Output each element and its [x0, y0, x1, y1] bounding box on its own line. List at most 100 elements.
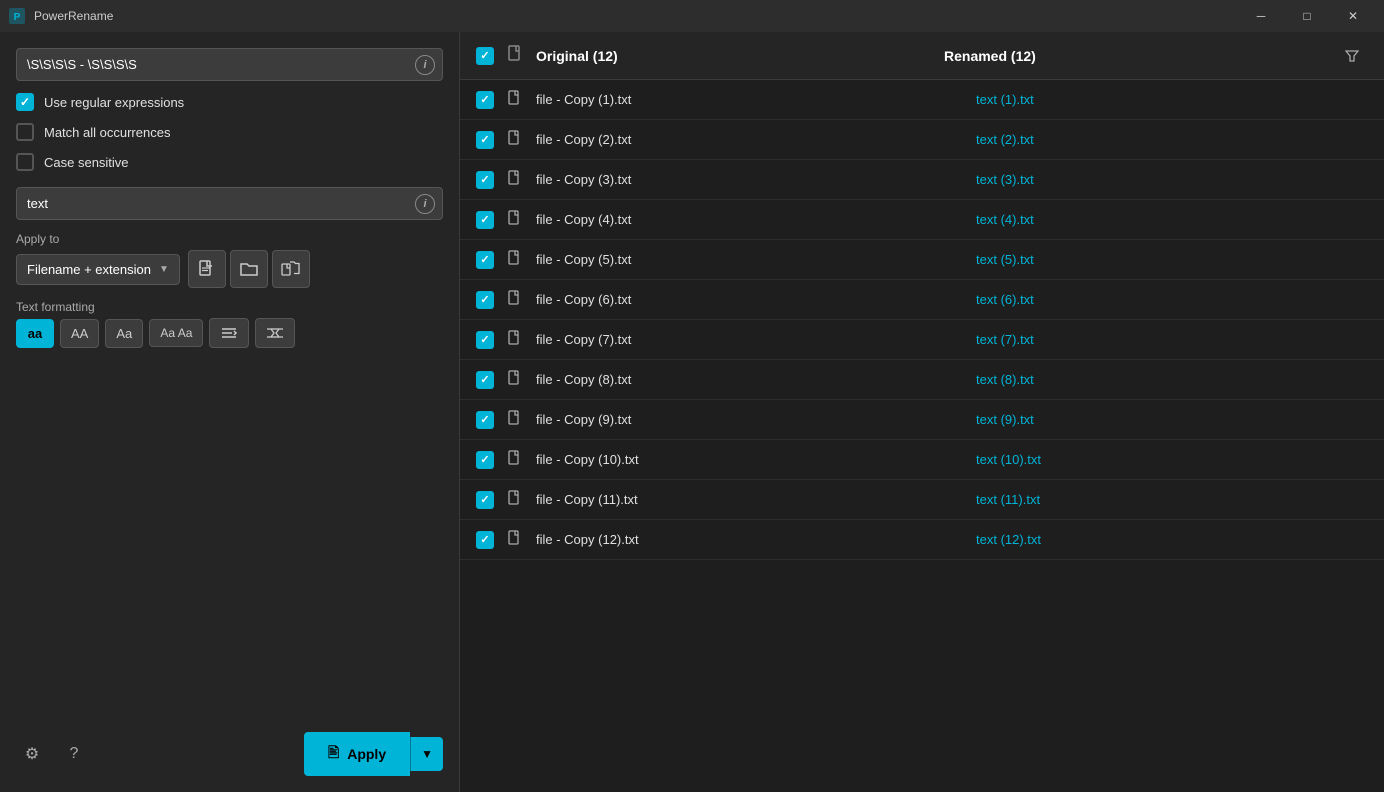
- row-renamed-12: text (12).txt: [968, 532, 1368, 547]
- titlecase-button[interactable]: Aa: [105, 319, 143, 348]
- help-button[interactable]: ?: [58, 738, 90, 770]
- row-original-3: file - Copy (3).txt: [536, 172, 968, 187]
- row-checkbox-cell: [476, 371, 508, 389]
- match-all-label: Match all occurrences: [44, 125, 170, 140]
- row-checkbox-12[interactable]: [476, 531, 494, 549]
- match-all-row[interactable]: Match all occurrences: [16, 123, 443, 141]
- row-file-icon-3: [508, 170, 536, 189]
- row-checkbox-cell: [476, 491, 508, 509]
- use-regex-checkbox[interactable]: [16, 93, 34, 111]
- row-file-icon-9: [508, 410, 536, 429]
- row-original-11: file - Copy (11).txt: [536, 492, 968, 507]
- dropdown-arrow-icon: ▼: [159, 264, 169, 275]
- maximize-button[interactable]: □: [1284, 0, 1330, 32]
- replace-info-button[interactable]: i: [415, 194, 435, 214]
- row-checkbox-4[interactable]: [476, 211, 494, 229]
- row-checkbox-2[interactable]: [476, 131, 494, 149]
- row-checkbox-cell: [476, 211, 508, 229]
- row-renamed-8: text (8).txt: [968, 372, 1368, 387]
- row-checkbox-7[interactable]: [476, 331, 494, 349]
- settings-button[interactable]: ⚙: [16, 738, 48, 770]
- table-row: file - Copy (3).txt text (3).txt: [460, 160, 1384, 200]
- apply-to-dropdown[interactable]: Filename + extension ▼: [16, 254, 180, 285]
- search-row: i: [16, 48, 443, 81]
- search-info-button[interactable]: i: [415, 55, 435, 75]
- row-checkbox-9[interactable]: [476, 411, 494, 429]
- text-formatting-label: Text formatting: [16, 300, 443, 314]
- row-file-icon-6: [508, 290, 536, 309]
- trim-button[interactable]: [209, 318, 249, 348]
- folder-only-button[interactable]: [230, 250, 268, 288]
- search-input[interactable]: [16, 48, 443, 81]
- table-row: file - Copy (11).txt text (11).txt: [460, 480, 1384, 520]
- file-and-folder-button[interactable]: [272, 250, 310, 288]
- row-renamed-2: text (2).txt: [968, 132, 1368, 147]
- row-renamed-4: text (4).txt: [968, 212, 1368, 227]
- row-file-icon-4: [508, 210, 536, 229]
- apply-button[interactable]: 🖹 Apply: [304, 732, 410, 776]
- use-regex-label: Use regular expressions: [44, 95, 184, 110]
- apply-dropdown-button[interactable]: ▼: [410, 737, 443, 771]
- row-renamed-1: text (1).txt: [968, 92, 1368, 107]
- mixedcase-button[interactable]: Aa Aa: [149, 319, 203, 347]
- main-layout: i Use regular expressions Match all occu…: [0, 32, 1384, 792]
- apply-to-value: Filename + extension: [27, 262, 151, 277]
- text-formatting-section: Text formatting aa AA Aa Aa Aa: [16, 300, 443, 348]
- table-row: file - Copy (12).txt text (12).txt: [460, 520, 1384, 560]
- replace-row: i: [16, 187, 443, 220]
- case-sensitive-label: Case sensitive: [44, 155, 129, 170]
- bottom-left-icons: ⚙ ?: [16, 738, 90, 770]
- row-original-12: file - Copy (12).txt: [536, 532, 968, 547]
- close-button[interactable]: ✕: [1330, 0, 1376, 32]
- row-renamed-6: text (6).txt: [968, 292, 1368, 307]
- row-file-icon-10: [508, 450, 536, 469]
- row-file-icon-5: [508, 250, 536, 269]
- row-original-8: file - Copy (8).txt: [536, 372, 968, 387]
- uppercase-button[interactable]: AA: [60, 319, 99, 348]
- search-input-wrap: i: [16, 48, 443, 81]
- table-row: file - Copy (5).txt text (5).txt: [460, 240, 1384, 280]
- replace-input[interactable]: [16, 187, 443, 220]
- apply-to-row: Filename + extension ▼: [16, 250, 443, 288]
- row-checkbox-cell: [476, 331, 508, 349]
- row-checkbox-cell: [476, 291, 508, 309]
- filter-button[interactable]: [1336, 49, 1368, 63]
- left-panel: i Use regular expressions Match all occu…: [0, 32, 460, 792]
- row-checkbox-1[interactable]: [476, 91, 494, 109]
- row-renamed-7: text (7).txt: [968, 332, 1368, 347]
- case-sensitive-row[interactable]: Case sensitive: [16, 153, 443, 171]
- row-checkbox-cell: [476, 251, 508, 269]
- row-checkbox-cell: [476, 171, 508, 189]
- match-all-checkbox[interactable]: [16, 123, 34, 141]
- case-sensitive-checkbox[interactable]: [16, 153, 34, 171]
- row-checkbox-cell: [476, 91, 508, 109]
- row-checkbox-3[interactable]: [476, 171, 494, 189]
- use-regex-row[interactable]: Use regular expressions: [16, 93, 443, 111]
- row-checkbox-8[interactable]: [476, 371, 494, 389]
- row-checkbox-cell: [476, 451, 508, 469]
- row-checkbox-5[interactable]: [476, 251, 494, 269]
- lowercase-button[interactable]: aa: [16, 319, 54, 348]
- file-only-button[interactable]: [188, 250, 226, 288]
- row-file-icon-1: [508, 90, 536, 109]
- row-checkbox-10[interactable]: [476, 451, 494, 469]
- table-header: Original (12) Renamed (12): [460, 32, 1384, 80]
- row-renamed-3: text (3).txt: [968, 172, 1368, 187]
- app-title: PowerRename: [34, 9, 113, 23]
- app-icon: P: [8, 7, 26, 25]
- row-original-1: file - Copy (1).txt: [536, 92, 968, 107]
- titlebar: P PowerRename ─ □ ✕: [0, 0, 1384, 32]
- row-checkbox-cell: [476, 131, 508, 149]
- header-file-icon: [508, 45, 536, 66]
- row-checkbox-6[interactable]: [476, 291, 494, 309]
- apply-btn-wrap: 🖹 Apply ▼: [304, 732, 443, 776]
- shuffle-button[interactable]: [255, 318, 295, 348]
- apply-icon: 🖹: [328, 742, 339, 766]
- table-row: file - Copy (1).txt text (1).txt: [460, 80, 1384, 120]
- row-checkbox-11[interactable]: [476, 491, 494, 509]
- row-renamed-11: text (11).txt: [968, 492, 1368, 507]
- row-renamed-10: text (10).txt: [968, 452, 1368, 467]
- minimize-button[interactable]: ─: [1238, 0, 1284, 32]
- row-file-icon-8: [508, 370, 536, 389]
- select-all-checkbox[interactable]: [476, 47, 494, 65]
